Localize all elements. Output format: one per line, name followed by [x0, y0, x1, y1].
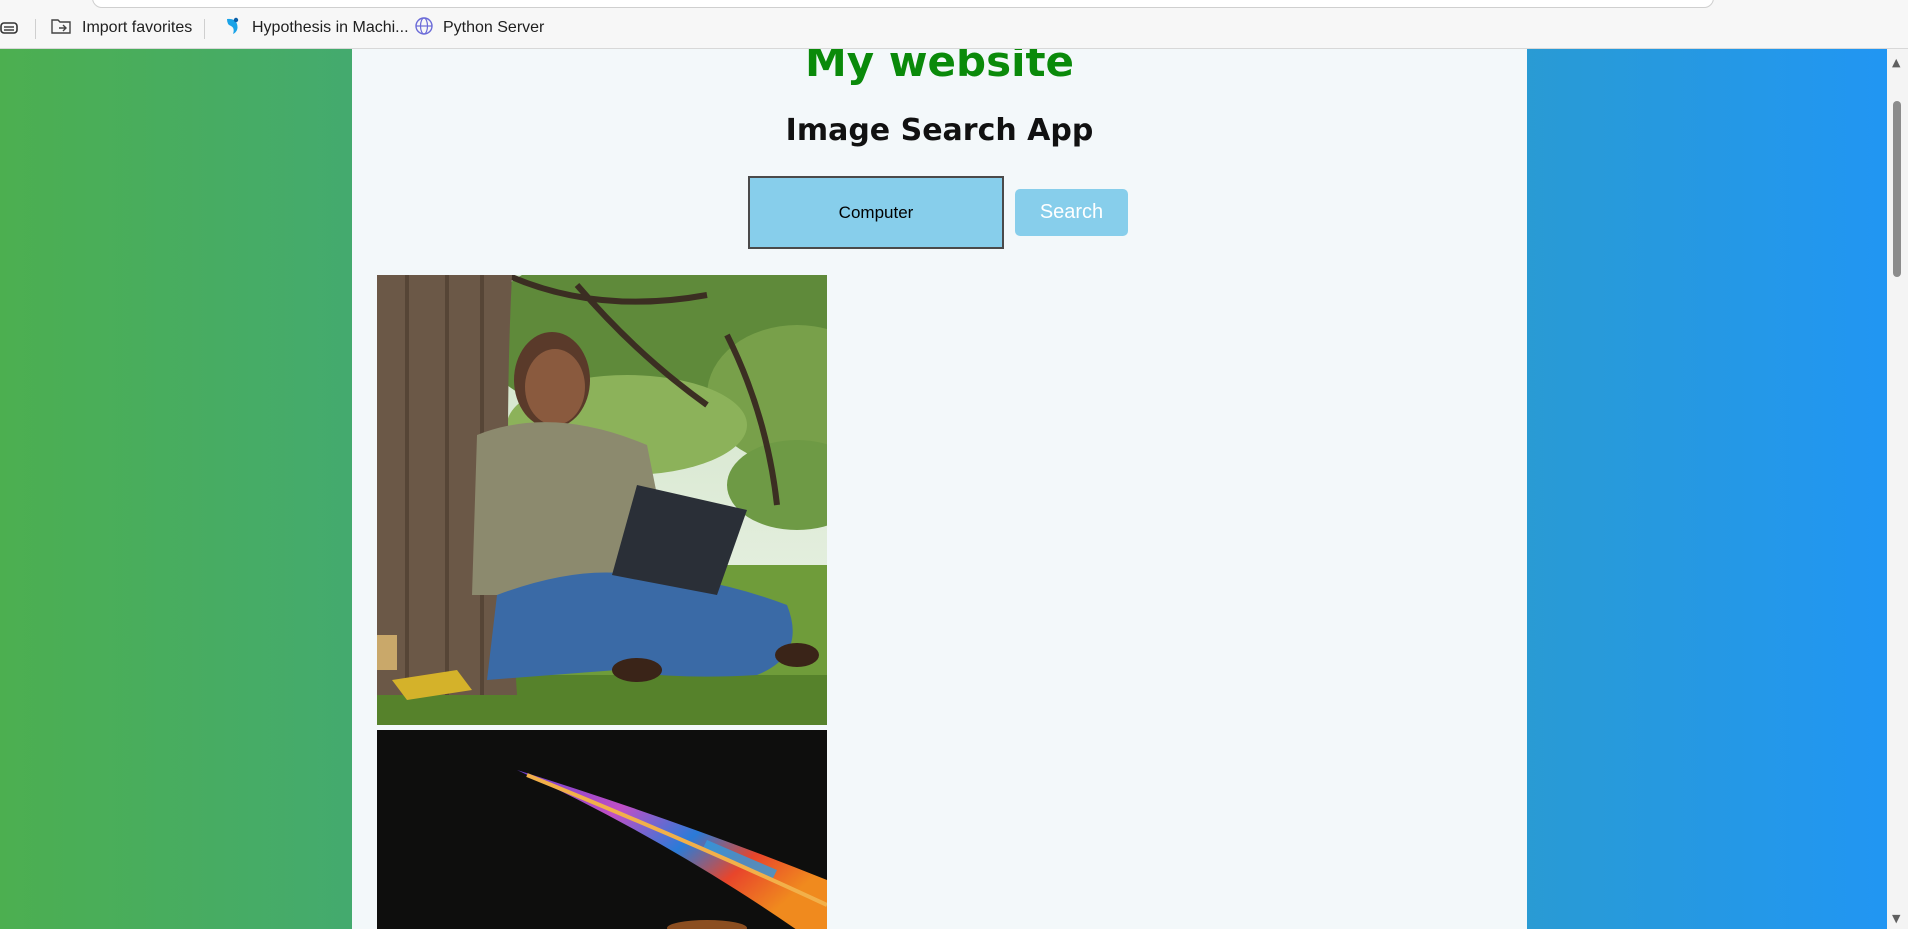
scroll-thumb[interactable] — [1893, 101, 1901, 277]
result-image-woman-laptop[interactable] — [377, 275, 827, 725]
tab-actions-icon[interactable] — [0, 20, 20, 40]
bookmark-separator — [204, 19, 205, 39]
hypothesis-favicon — [223, 16, 243, 41]
scroll-down-icon[interactable]: ▼ — [1892, 913, 1900, 924]
import-favorites-icon — [51, 17, 73, 40]
bookmark-hypothesis[interactable]: Hypothesis in Machi... — [223, 16, 409, 40]
result-image-laptop-light[interactable] — [377, 730, 827, 929]
search-button[interactable]: Search — [1015, 189, 1128, 236]
bookmark-import-favorites[interactable]: Import favorites — [51, 16, 192, 40]
site-title: My website — [804, 49, 1075, 86]
page-scrollbar[interactable]: ▲ ▼ — [1887, 49, 1908, 929]
page-viewport: My website Image Search App Search — [0, 49, 1887, 929]
address-bar[interactable] — [92, 0, 1714, 8]
bookmark-label: Import favorites — [82, 19, 193, 36]
bookmark-label: Python Server — [443, 19, 545, 36]
bookmark-python-server[interactable]: Python Server — [414, 16, 544, 40]
scroll-up-icon[interactable]: ▲ — [1892, 57, 1900, 68]
app-title: Image Search App — [785, 113, 1094, 148]
search-input[interactable] — [748, 176, 1004, 249]
bookmark-label: Hypothesis in Machi... — [252, 19, 409, 36]
bookmarks-bar: Import favorites Hypothesis in Machi... … — [0, 0, 1908, 49]
bookmark-separator — [35, 19, 36, 39]
globe-icon — [414, 16, 434, 41]
content-container: My website Image Search App Search — [352, 49, 1527, 929]
